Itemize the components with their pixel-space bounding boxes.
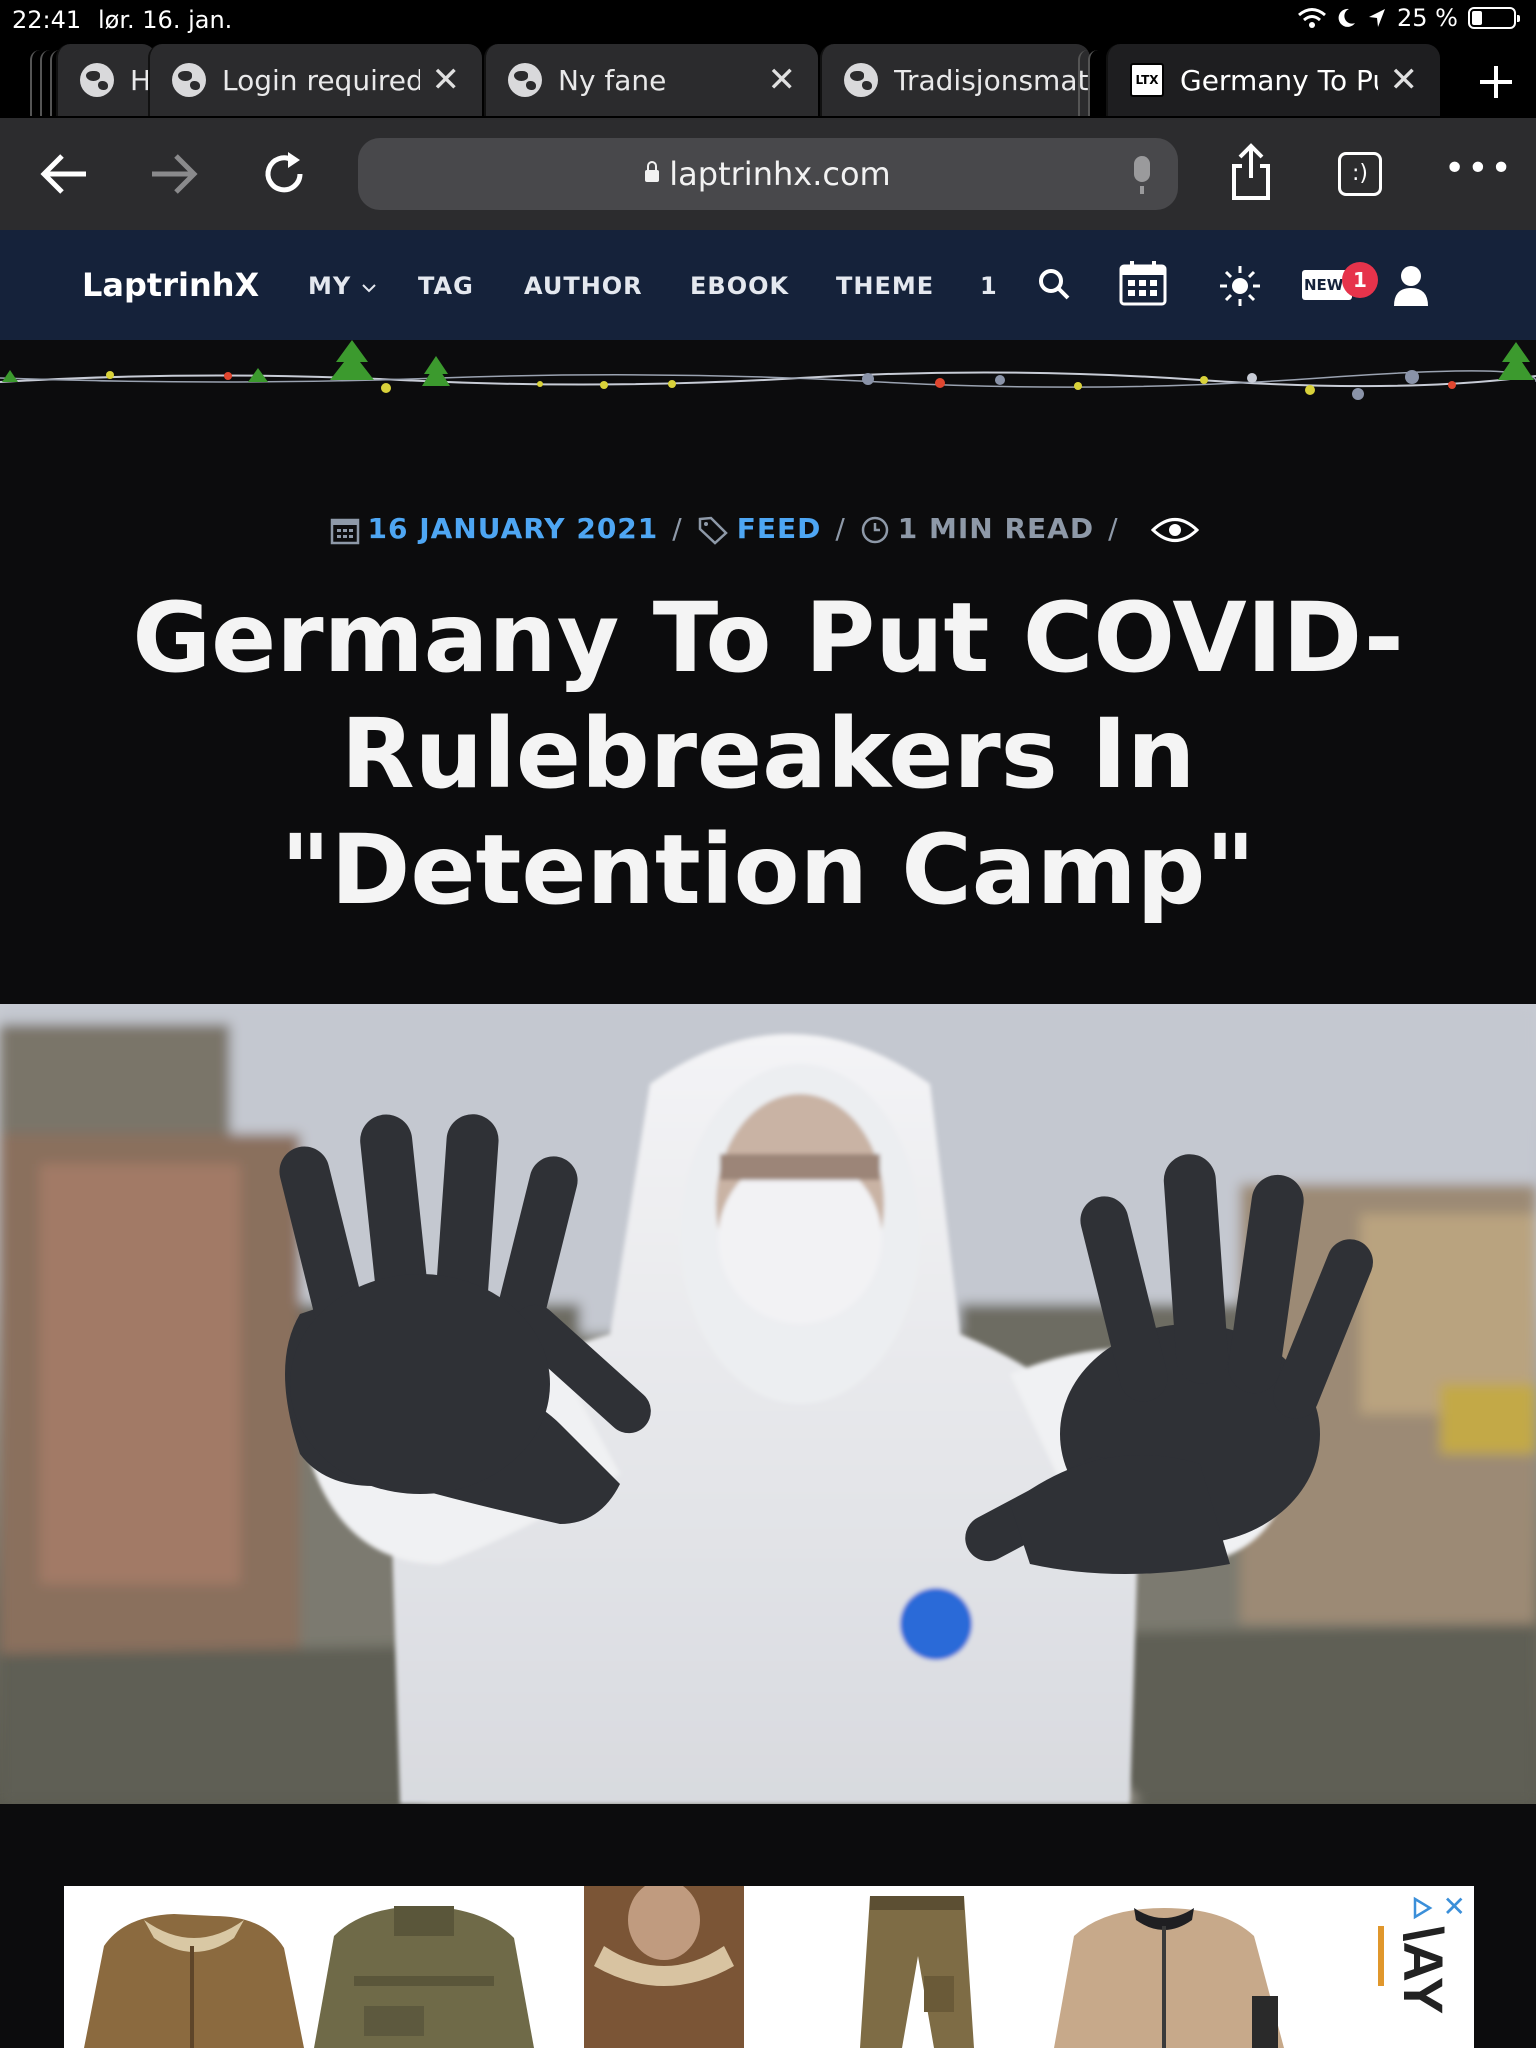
plus-icon — [1480, 66, 1512, 98]
url-text: laptrinhx.com — [669, 155, 891, 193]
close-tab-icon[interactable]: ✕ — [1378, 60, 1441, 100]
chevron-down-icon — [361, 284, 376, 293]
ad-product-jacket-2 — [314, 1906, 534, 2048]
arrow-left-icon — [40, 154, 86, 194]
article-meta: 16 JANUARY 2021/ FEED/ 1 MIN READ / — [0, 512, 1536, 545]
article-date[interactable]: 16 JANUARY 2021 — [368, 512, 659, 545]
ad-controls[interactable]: ✕ — [1410, 1890, 1466, 1923]
location-arrow-icon — [1369, 9, 1386, 27]
new-tab-button[interactable] — [1476, 44, 1516, 110]
arrow-right-icon — [152, 154, 198, 194]
microphone-icon[interactable] — [1134, 156, 1150, 194]
status-indicators: 25 % — [1297, 4, 1520, 32]
tab-strip: H Login required ✕ Ny fane ✕ Tradisjonsm… — [0, 40, 1536, 118]
search-button[interactable] — [1036, 266, 1072, 306]
theme-toggle-button[interactable] — [1218, 264, 1262, 312]
reload-icon — [265, 152, 303, 193]
user-icon — [1394, 266, 1428, 306]
nav-my-label: MY — [308, 272, 352, 300]
svg-text:\AY: \AY — [1392, 1926, 1455, 2014]
nav-author[interactable]: AUTHOR — [524, 272, 643, 300]
battery-percent: 25 % — [1397, 4, 1458, 32]
status-time: 22:41 — [12, 6, 82, 34]
status-date: lør. 16. jan. — [98, 6, 233, 34]
share-button[interactable] — [1228, 142, 1274, 202]
sun-icon — [1220, 266, 1260, 306]
globe-icon — [80, 63, 114, 97]
tab-label: Login required — [222, 63, 420, 97]
calendar-icon — [330, 518, 359, 545]
tab-1[interactable]: H — [56, 44, 156, 116]
lock-icon — [645, 161, 660, 182]
ad-product-jacket-4 — [1054, 1908, 1284, 2048]
moon-icon — [1338, 8, 1356, 27]
calendar-icon — [1119, 261, 1167, 306]
search-icon — [1039, 269, 1070, 300]
ad-banner[interactable]: ✕ \AY — [64, 1886, 1474, 2048]
tab-label: Tradisjonsmat — [894, 63, 1089, 97]
notification-badge: 1 — [1342, 262, 1378, 298]
globe-icon — [508, 63, 542, 97]
more-menu-button[interactable]: ••• — [1444, 148, 1514, 189]
back-button[interactable] — [34, 146, 94, 206]
nav-theme[interactable]: THEME — [836, 272, 934, 300]
browser-toolbar: laptrinhx.com :) ••• — [0, 118, 1536, 230]
forward-button[interactable] — [144, 146, 204, 206]
article-category[interactable]: FEED — [737, 512, 822, 545]
share-icon — [1232, 143, 1270, 200]
nav-overflow[interactable]: 1 — [980, 272, 998, 300]
tab-login-required[interactable]: Login required ✕ — [148, 44, 482, 116]
holiday-lights-decoration — [0, 340, 1536, 400]
wifi-icon — [1298, 8, 1326, 28]
tab-label: Ny fane — [558, 63, 667, 97]
reload-button[interactable] — [254, 146, 314, 206]
tabs-overview-button[interactable]: :) — [1338, 152, 1382, 196]
ad-brand-logo: \AY — [1378, 1926, 1455, 2014]
close-tab-icon[interactable]: ✕ — [420, 60, 483, 100]
site-logo[interactable]: LaptrinhX — [82, 266, 259, 304]
tab-ny-fane[interactable]: Ny fane ✕ — [484, 44, 818, 116]
nav-ebook[interactable]: EBOOK — [690, 272, 789, 300]
user-account-button[interactable] — [1392, 264, 1430, 310]
tab-tradisjonsmat[interactable]: Tradisjonsmat — [820, 44, 1090, 116]
ad-product-pants — [860, 1896, 974, 2048]
tab-active-article[interactable]: LTX Germany To Put COVID-Rulebreakers In… — [1106, 44, 1440, 116]
article-read-time: 1 MIN READ — [897, 512, 1095, 545]
ad-product-jacket-1 — [84, 1914, 304, 2048]
eye-icon — [1150, 518, 1199, 542]
article-title: Germany To Put COVID-Rulebreakers In "De… — [132, 582, 1404, 926]
calendar-button[interactable] — [1118, 258, 1168, 312]
globe-icon — [172, 63, 206, 97]
tag-icon — [698, 516, 728, 545]
close-tab-icon[interactable]: ✕ — [756, 60, 819, 100]
tab-label: Germany To Put COVID-Rulebreakers In "De… — [1180, 63, 1378, 97]
site-navbar: LaptrinhX MY TAG AUTHOR EBOOK THEME 1 NE… — [0, 230, 1536, 340]
clock-icon — [861, 516, 889, 544]
address-bar[interactable]: laptrinhx.com — [358, 138, 1178, 210]
adchoices-icon[interactable] — [1410, 1896, 1434, 1920]
nav-tag[interactable]: TAG — [418, 272, 474, 300]
status-bar: 22:41 lør. 16. jan. 25 % — [0, 0, 1536, 40]
ltx-favicon: LTX — [1130, 63, 1164, 97]
article-hero-image — [0, 1004, 1536, 1804]
ad-close-icon[interactable]: ✕ — [1443, 1890, 1466, 1923]
globe-icon — [844, 63, 878, 97]
ad-product-jacket-3 — [584, 1886, 744, 2048]
battery-icon — [1468, 7, 1520, 29]
nav-my[interactable]: MY — [308, 272, 377, 300]
